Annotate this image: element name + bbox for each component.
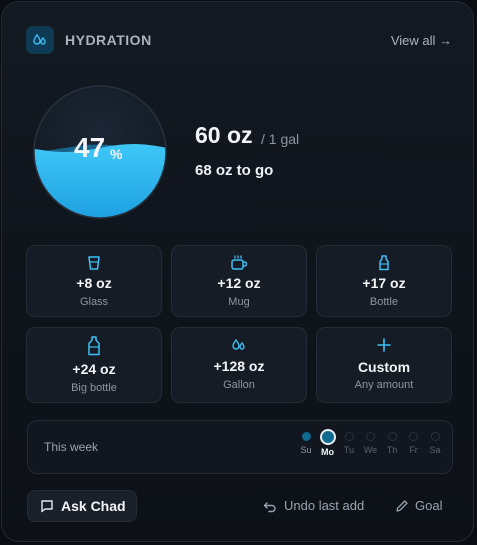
tile-label: Any amount (354, 379, 414, 391)
undo-label: Undo last add (284, 498, 365, 513)
tile-label: Big bottle (71, 382, 117, 394)
day-label: Th (386, 445, 398, 455)
mug-icon (172, 255, 306, 271)
day-marker (319, 429, 336, 445)
day-sa: Sa (423, 432, 447, 455)
add-glass-button[interactable]: +8 oz Glass (26, 245, 162, 317)
tile-amount: +17 oz (362, 275, 406, 291)
day-marker (301, 432, 311, 441)
day-label: Tu (343, 445, 355, 455)
day-marker (430, 432, 440, 441)
undo-last-add-button[interactable]: Undo last add (263, 498, 364, 513)
add-bottle-button[interactable]: +17 oz Bottle (316, 245, 452, 317)
ask-chad-label: Ask Chad (61, 498, 126, 514)
intake-goal: / 1 gal (261, 131, 300, 147)
big-bottle-icon (27, 336, 161, 356)
goal-label: Goal (415, 498, 443, 513)
ask-chad-button[interactable]: Ask Chad (27, 490, 137, 522)
day-su: Su (294, 432, 318, 455)
day-tu: Tu (337, 432, 361, 455)
tile-amount: +24 oz (72, 361, 116, 377)
day-marker (366, 432, 375, 441)
day-marker (344, 432, 354, 441)
weekly-progress: This week Su Mo Tu We Th Fr Sa (27, 420, 453, 474)
undo-icon (263, 501, 276, 512)
hydration-card: HYDRATION View all → 47 % 60 oz / 1 gal … (1, 1, 474, 542)
tile-label: Glass (79, 296, 109, 308)
intake-total: 60 oz (195, 122, 253, 148)
gauge-percent-value: 47 (74, 132, 106, 163)
view-all-link[interactable]: View all → (391, 33, 452, 48)
day-mo: Mo (316, 429, 340, 457)
tile-amount: +128 oz (213, 358, 265, 374)
droplets-icon (26, 26, 54, 54)
tile-amount: +12 oz (217, 275, 261, 291)
day-label: Sa (429, 445, 441, 455)
droplets-icon (172, 337, 306, 353)
tile-amount: +8 oz (76, 275, 112, 291)
add-mug-button[interactable]: +12 oz Mug (171, 245, 307, 317)
goal-button[interactable]: Goal (395, 498, 442, 513)
intake-remaining: 68 oz to go (195, 162, 274, 179)
day-label: Mo (321, 447, 334, 457)
add-custom-button[interactable]: Custom Any amount (316, 327, 452, 403)
add-gallon-button[interactable]: +128 oz Gallon (171, 327, 307, 403)
day-we: We (359, 432, 383, 455)
add-big-bottle-button[interactable]: +24 oz Big bottle (26, 327, 162, 403)
day-marker (409, 432, 418, 441)
gauge-percent-unit: % (110, 146, 123, 162)
tile-label: Bottle (369, 296, 399, 308)
tile-label: Gallon (223, 379, 255, 391)
day-label: Su (300, 445, 312, 455)
day-label: We (363, 445, 378, 455)
plus-icon (317, 338, 451, 354)
card-title: HYDRATION (65, 32, 152, 48)
day-fr: Fr (402, 432, 426, 455)
bottle-icon (317, 255, 451, 271)
day-marker (387, 432, 397, 441)
pencil-icon (396, 499, 408, 512)
week-label: This week (44, 440, 99, 454)
glass-icon (27, 255, 161, 271)
tile-label: Mug (228, 296, 250, 308)
day-label: Fr (409, 445, 418, 455)
day-th: Th (380, 432, 404, 455)
tile-amount: Custom (357, 359, 411, 375)
chat-icon (41, 500, 53, 513)
